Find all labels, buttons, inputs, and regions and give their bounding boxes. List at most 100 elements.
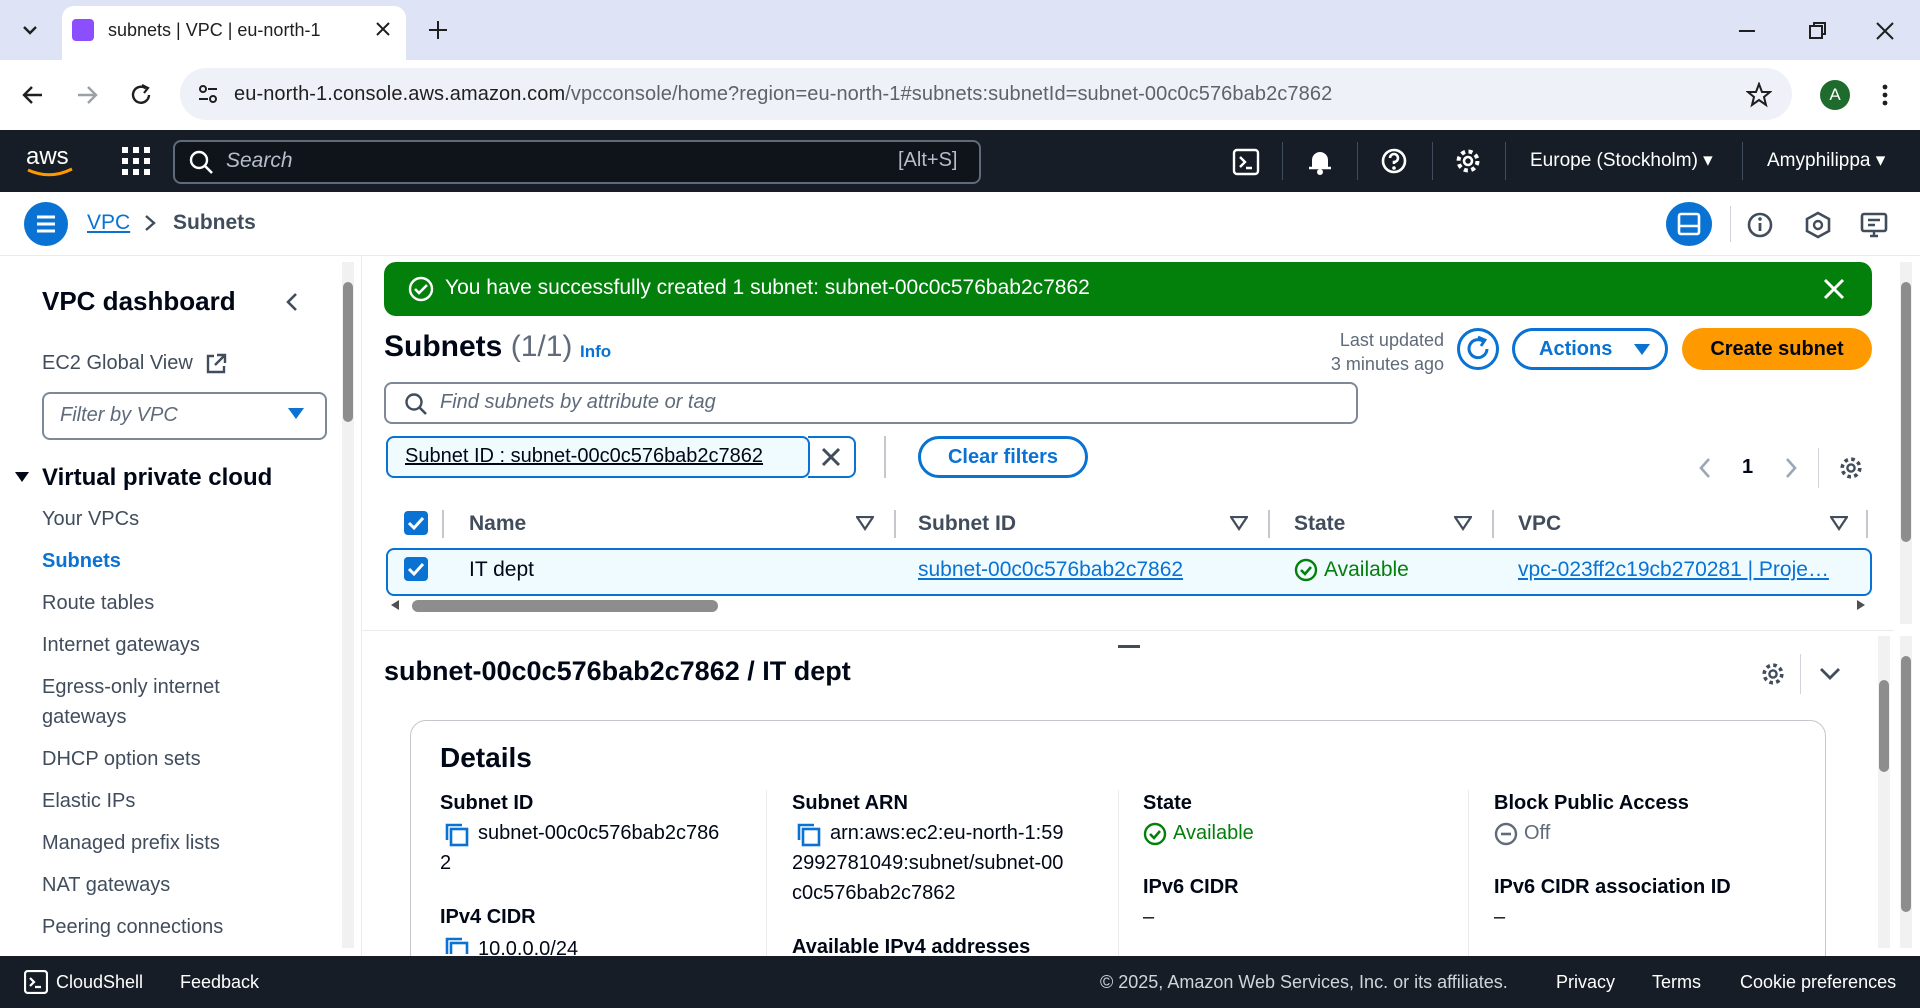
row-checkbox[interactable] — [404, 557, 428, 581]
clear-filters-button[interactable]: Clear filters — [918, 436, 1088, 478]
help-icon[interactable] — [1380, 147, 1408, 175]
restore-icon[interactable] — [1806, 20, 1828, 42]
horizontal-scrollbar-thumb[interactable] — [412, 600, 718, 612]
notifications-bell-icon[interactable] — [1306, 147, 1334, 175]
settings-gear-icon[interactable] — [1454, 147, 1482, 175]
feedback-screen-icon[interactable] — [1860, 211, 1888, 239]
column-header-state[interactable]: State — [1294, 512, 1345, 536]
select-all-checkbox[interactable] — [404, 511, 428, 535]
filter-by-vpc-placeholder: Filter by VPC — [60, 404, 178, 426]
sort-caret-icon[interactable] — [1230, 516, 1248, 532]
aws-favicon-icon — [72, 19, 94, 41]
profile-avatar[interactable]: A — [1820, 80, 1850, 110]
sidebar-item-peering-connections[interactable]: Peering connections — [42, 916, 223, 939]
previous-page-icon[interactable] — [1696, 456, 1714, 480]
sidebar-item-ec2-global-view[interactable]: EC2 Global View — [42, 352, 193, 375]
main-scrollbar-thumb[interactable] — [1901, 282, 1911, 542]
detail-panel-title: subnet-00c0c576bab2c7862 / IT dept — [384, 656, 851, 686]
subnet-arn-value-line1: arn:aws:ec2:eu-north-1:59 — [830, 822, 1064, 844]
cell-vpc-link[interactable]: vpc-023ff2c19cb270281 | Proje… — [1518, 558, 1829, 582]
sidebar-scrollbar-thumb[interactable] — [343, 282, 353, 422]
close-window-icon[interactable] — [1874, 20, 1896, 42]
account-menu[interactable]: Amyphilippa ▾ — [1767, 149, 1885, 172]
sidebar-item-managed-prefix-lists[interactable]: Managed prefix lists — [42, 832, 220, 855]
sidebar-item-elastic-ips[interactable]: Elastic IPs — [42, 790, 135, 813]
browser-menu-icon[interactable] — [1880, 82, 1890, 108]
region-selector[interactable]: Europe (Stockholm) ▾ — [1530, 149, 1713, 172]
aws-logo[interactable]: aws — [24, 142, 76, 178]
info-panel-icon[interactable] — [1746, 211, 1774, 239]
actions-dropdown-button[interactable]: Actions — [1512, 328, 1668, 370]
tab-search-button[interactable] — [14, 14, 46, 46]
footer-privacy[interactable]: Privacy — [1556, 972, 1615, 993]
pagination-divider — [1818, 448, 1819, 488]
column-header-name[interactable]: Name — [469, 512, 526, 536]
footer-feedback[interactable]: Feedback — [180, 972, 259, 993]
breadcrumb-vpc[interactable]: VPC — [87, 211, 130, 235]
state-value: Available — [1173, 822, 1254, 844]
remove-filter-button[interactable] — [808, 436, 856, 478]
collapse-sidebar-icon[interactable] — [282, 290, 302, 314]
footer-cookie-preferences[interactable]: Cookie preferences — [1740, 972, 1896, 993]
sidebar-item-your-vpcs[interactable]: Your VPCs — [42, 508, 139, 531]
sidebar-item-subnets[interactable]: Subnets — [42, 550, 121, 573]
sidebar-item-internet-gateways[interactable]: Internet gateways — [42, 634, 200, 657]
info-link[interactable]: Info — [580, 342, 611, 362]
refresh-button[interactable] — [1457, 328, 1499, 370]
forward-icon[interactable] — [74, 82, 100, 108]
cloudshell-footer-icon[interactable] — [24, 970, 48, 994]
split-panel-scrollbar-thumb[interactable] — [1879, 680, 1889, 772]
url-text[interactable]: eu-north-1.console.aws.amazon.com/vpccon… — [234, 83, 1332, 106]
table-preferences-gear-icon[interactable] — [1838, 455, 1864, 481]
footer-terms[interactable]: Terms — [1652, 972, 1701, 993]
next-page-icon[interactable] — [1782, 456, 1800, 480]
copy-icon[interactable] — [444, 936, 470, 954]
site-info-icon[interactable] — [196, 82, 220, 106]
scroll-left-icon[interactable] — [388, 598, 402, 612]
side-nav-toggle-button[interactable] — [24, 202, 68, 246]
column-header-subnet-id[interactable]: Subnet ID — [918, 512, 1016, 536]
sidebar-item-egress-only-gateways-line2[interactable]: gateways — [42, 706, 127, 729]
column-header-vpc[interactable]: VPC — [1518, 512, 1561, 536]
global-search-input[interactable] — [173, 140, 981, 184]
filter-token-label[interactable]: Subnet ID : subnet-00c0c576bab2c7862 — [405, 445, 763, 468]
split-panel-toggle[interactable] — [1666, 202, 1712, 246]
nav-divider — [1505, 142, 1506, 180]
column-divider — [1468, 790, 1469, 970]
caret-down-icon — [1634, 344, 1650, 355]
split-panel-resize-handle[interactable] — [1118, 645, 1140, 648]
security-hub-icon[interactable] — [1804, 211, 1832, 239]
copy-icon[interactable] — [444, 822, 470, 848]
caret-down-icon[interactable] — [14, 470, 30, 484]
page-number[interactable]: 1 — [1742, 456, 1753, 479]
create-subnet-button[interactable]: Create subnet — [1682, 328, 1872, 370]
page-scrollbar-thumb[interactable] — [1901, 656, 1911, 912]
sidebar-item-egress-only-gateways[interactable]: Egress-only internet — [42, 676, 220, 699]
cell-subnet-id-link[interactable]: subnet-00c0c576bab2c7862 — [918, 558, 1183, 582]
scroll-right-icon[interactable] — [1854, 598, 1868, 612]
dismiss-flash-icon[interactable] — [1822, 277, 1846, 301]
collapse-panel-chevron-icon[interactable] — [1818, 664, 1842, 684]
sidebar-section-virtual-private-cloud[interactable]: Virtual private cloud — [42, 464, 272, 492]
minimize-icon[interactable] — [1736, 20, 1758, 42]
bookmark-star-icon[interactable] — [1746, 82, 1772, 108]
sort-caret-icon[interactable] — [1830, 516, 1848, 532]
sort-caret-icon[interactable] — [1454, 516, 1472, 532]
new-tab-icon[interactable] — [426, 18, 450, 42]
actions-label: Actions — [1539, 338, 1613, 360]
flash-message: You have successfully created 1 subnet: … — [445, 276, 1090, 299]
reload-icon[interactable] — [128, 82, 154, 108]
copy-icon[interactable] — [796, 822, 822, 848]
sidebar-item-route-tables[interactable]: Route tables — [42, 592, 154, 615]
sidebar-item-dhcp-option-sets[interactable]: DHCP option sets — [42, 748, 201, 771]
panel-preferences-gear-icon[interactable] — [1760, 661, 1786, 687]
sidebar-title[interactable]: VPC dashboard — [42, 286, 236, 317]
services-grid-icon[interactable] — [122, 147, 150, 175]
back-icon[interactable] — [20, 82, 46, 108]
block-public-access-label: Block Public Access — [1494, 792, 1689, 814]
sidebar-item-nat-gateways[interactable]: NAT gateways — [42, 874, 170, 897]
cloudshell-icon[interactable] — [1232, 148, 1260, 176]
footer-cloudshell[interactable]: CloudShell — [56, 972, 143, 993]
close-tab-icon[interactable] — [372, 18, 394, 40]
sort-caret-icon[interactable] — [856, 516, 874, 532]
